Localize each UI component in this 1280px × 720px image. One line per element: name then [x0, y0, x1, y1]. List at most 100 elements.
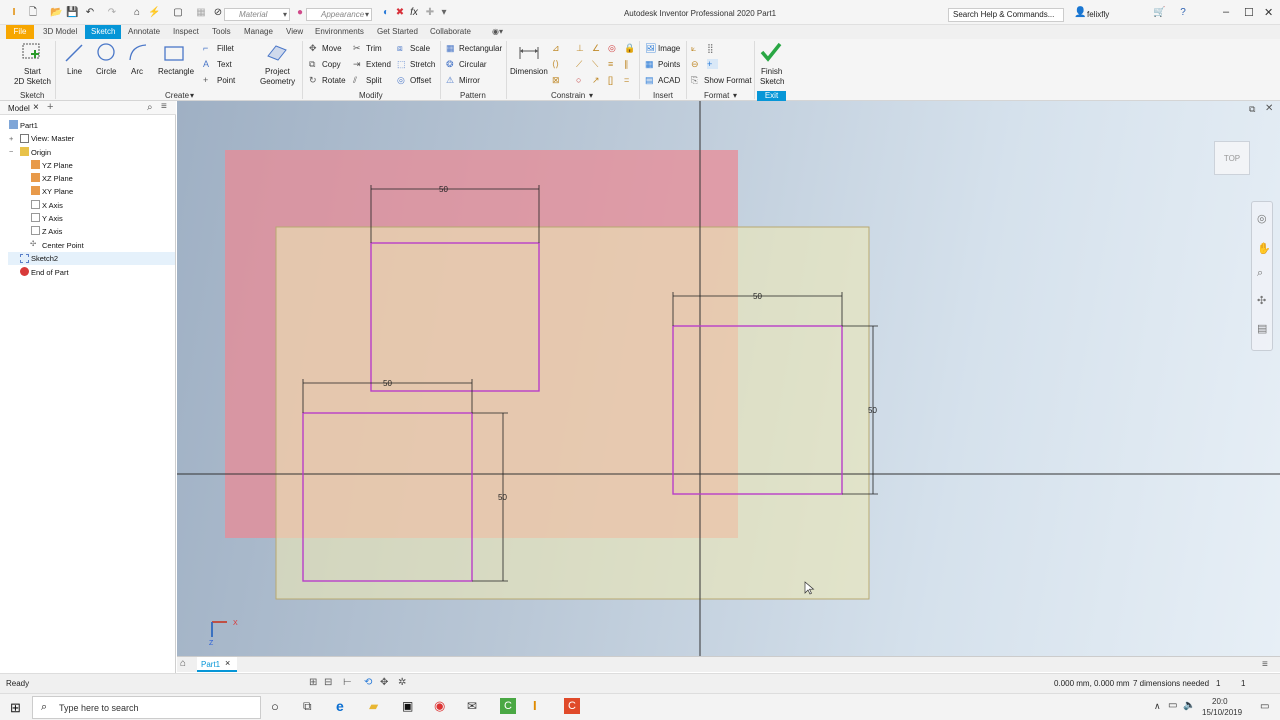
- file-explorer-icon[interactable]: ▰: [369, 699, 378, 713]
- document-tab-part1[interactable]: Part1 ×: [197, 657, 237, 672]
- help-icon[interactable]: ?: [1177, 7, 1189, 19]
- material-combo[interactable]: Material: [224, 8, 290, 21]
- mirror-button[interactable]: Mirror: [459, 76, 480, 85]
- maximize-button[interactable]: ☐: [1244, 6, 1254, 19]
- dimension-icon[interactable]: [518, 43, 540, 63]
- point-icon[interactable]: +: [203, 75, 214, 85]
- tab-3d-model[interactable]: 3D Model: [37, 25, 83, 39]
- status-tool-icon[interactable]: ✥: [380, 677, 388, 688]
- acad-icon[interactable]: ▤: [645, 75, 656, 85]
- rectangular-button[interactable]: Rectangular: [459, 44, 502, 53]
- tangent-icon[interactable]: ○: [576, 75, 587, 85]
- tab-annotate[interactable]: Annotate: [122, 25, 166, 39]
- tab-sketch[interactable]: Sketch: [85, 25, 122, 39]
- update-icon[interactable]: ⚡: [148, 7, 160, 19]
- tab-collaborate[interactable]: Collaborate: [424, 25, 477, 39]
- tab-view[interactable]: View: [280, 25, 309, 39]
- equal-icon[interactable]: ≡: [608, 59, 619, 69]
- clock-time[interactable]: 20:0: [1212, 697, 1228, 706]
- collapse-icon[interactable]: −: [9, 147, 13, 156]
- clear-icon[interactable]: ✖: [394, 7, 406, 19]
- tree-item-x-axis[interactable]: X Axis: [42, 201, 63, 210]
- move-icon[interactable]: ✥: [309, 43, 320, 53]
- move-button[interactable]: Move: [322, 44, 342, 53]
- fix-icon[interactable]: ◎: [608, 43, 619, 53]
- rotate-icon[interactable]: ↻: [309, 75, 320, 85]
- viewcube[interactable]: TOP: [1214, 141, 1250, 175]
- points-button[interactable]: Points: [658, 60, 680, 69]
- tab-inspect[interactable]: Inspect: [167, 25, 205, 39]
- finish-label-1[interactable]: Finish: [761, 67, 782, 76]
- minimize-button[interactable]: –: [1223, 6, 1229, 18]
- dimension-value[interactable]: 50: [868, 406, 877, 415]
- lock-icon[interactable]: 🔒: [624, 43, 635, 53]
- tree-item-y-axis[interactable]: Y Axis: [42, 214, 63, 223]
- arc-button[interactable]: Arc: [131, 67, 143, 76]
- zoom-icon[interactable]: ⌕: [1257, 267, 1263, 280]
- mirror-icon[interactable]: ⚠: [446, 75, 457, 85]
- dimension-value[interactable]: 50: [498, 493, 507, 502]
- rectangular-pattern-icon[interactable]: ▦: [446, 43, 457, 53]
- finish-sketch-icon[interactable]: [760, 42, 782, 62]
- rectangle-button[interactable]: Rectangle: [158, 67, 194, 76]
- status-tool-icon[interactable]: ⊞: [309, 677, 317, 688]
- collinear-icon[interactable]: ⟍: [592, 59, 603, 69]
- cart-icon[interactable]: 🛒: [1153, 7, 1165, 19]
- tab-list-icon[interactable]: ≡: [1262, 659, 1268, 670]
- circular-pattern-icon[interactable]: ❂: [446, 59, 457, 69]
- tree-item-sketch2[interactable]: Sketch2: [31, 254, 58, 263]
- constraint-icon[interactable]: ⊠: [552, 75, 563, 85]
- new-file-icon[interactable]: 🗋: [27, 7, 39, 19]
- tab-tools[interactable]: Tools: [206, 25, 237, 39]
- mail-icon[interactable]: ✉: [467, 699, 477, 713]
- orbit-icon[interactable]: ✣: [1257, 294, 1266, 307]
- camtasia-icon[interactable]: C: [500, 698, 516, 714]
- tray-arrow-icon[interactable]: ∧: [1154, 701, 1161, 712]
- tree-item-part1[interactable]: Part1: [20, 121, 38, 130]
- notifications-icon[interactable]: ▭: [1260, 701, 1269, 712]
- redo-icon[interactable]: ↷: [106, 7, 118, 19]
- sketch-canvas[interactable]: 50 50 50 50 50 X Z: [177, 101, 1280, 656]
- tree-item-end-of-part[interactable]: End of Part: [31, 268, 69, 277]
- pan-icon[interactable]: ✋: [1257, 242, 1271, 255]
- help-search-input[interactable]: Search Help & Commands...: [948, 8, 1064, 22]
- taskbar-search-box[interactable]: ⌕ Type here to search: [32, 696, 261, 719]
- image-icon[interactable]: 🖼: [645, 43, 656, 53]
- perpendicular-icon[interactable]: ⊥: [576, 43, 587, 53]
- multitask-icon[interactable]: ⧉: [303, 699, 312, 714]
- tab-file[interactable]: File: [6, 25, 34, 39]
- dimension-value[interactable]: 50: [383, 379, 392, 388]
- centerline-icon[interactable]: ⣿: [707, 43, 718, 53]
- tab-manage[interactable]: Manage: [238, 25, 279, 39]
- panel-constrain-dropdown-icon[interactable]: ▾: [589, 91, 593, 100]
- offset-icon[interactable]: ◎: [397, 75, 408, 85]
- rotate-button[interactable]: Rotate: [322, 76, 346, 85]
- status-tool-icon[interactable]: ⊟: [324, 677, 332, 688]
- scale-icon[interactable]: ⧈: [397, 43, 408, 53]
- view-restore-icon[interactable]: ⧉: [1249, 104, 1255, 115]
- driven-dimension-icon[interactable]: +: [707, 59, 718, 69]
- customize-icon[interactable]: ▾: [438, 7, 450, 19]
- vertical-icon[interactable]: =: [624, 75, 635, 85]
- add-tab-icon[interactable]: +: [47, 101, 53, 113]
- appearance-clear-icon[interactable]: ⊘: [212, 7, 224, 19]
- home-icon[interactable]: ⌂: [131, 7, 143, 19]
- tree-item-center-point[interactable]: Center Point: [42, 241, 84, 250]
- text-button[interactable]: Text: [217, 60, 232, 69]
- volume-icon[interactable]: 🔈: [1183, 700, 1195, 711]
- user-name[interactable]: felixfly: [1087, 10, 1109, 19]
- start-2d-sketch-icon[interactable]: [21, 42, 43, 62]
- close-icon[interactable]: ×: [225, 658, 230, 668]
- measure-icon[interactable]: ▦: [195, 7, 207, 19]
- open-folder-icon[interactable]: 📂: [50, 7, 62, 19]
- menu-icon[interactable]: ≡: [161, 101, 167, 112]
- extend-button[interactable]: Extend: [366, 60, 391, 69]
- tree-item-z-axis[interactable]: Z Axis: [42, 227, 62, 236]
- horizontal-icon[interactable]: ∥: [624, 59, 635, 69]
- smooth-icon[interactable]: ↗: [592, 75, 603, 85]
- clock-date[interactable]: 15/10/2019: [1202, 708, 1242, 717]
- show-format-button[interactable]: Show Format: [704, 76, 752, 85]
- finish-label-2[interactable]: Sketch: [760, 77, 784, 86]
- tree-item-view-master[interactable]: View: Master: [31, 134, 74, 143]
- panel-create-dropdown-icon[interactable]: ▾: [190, 91, 194, 100]
